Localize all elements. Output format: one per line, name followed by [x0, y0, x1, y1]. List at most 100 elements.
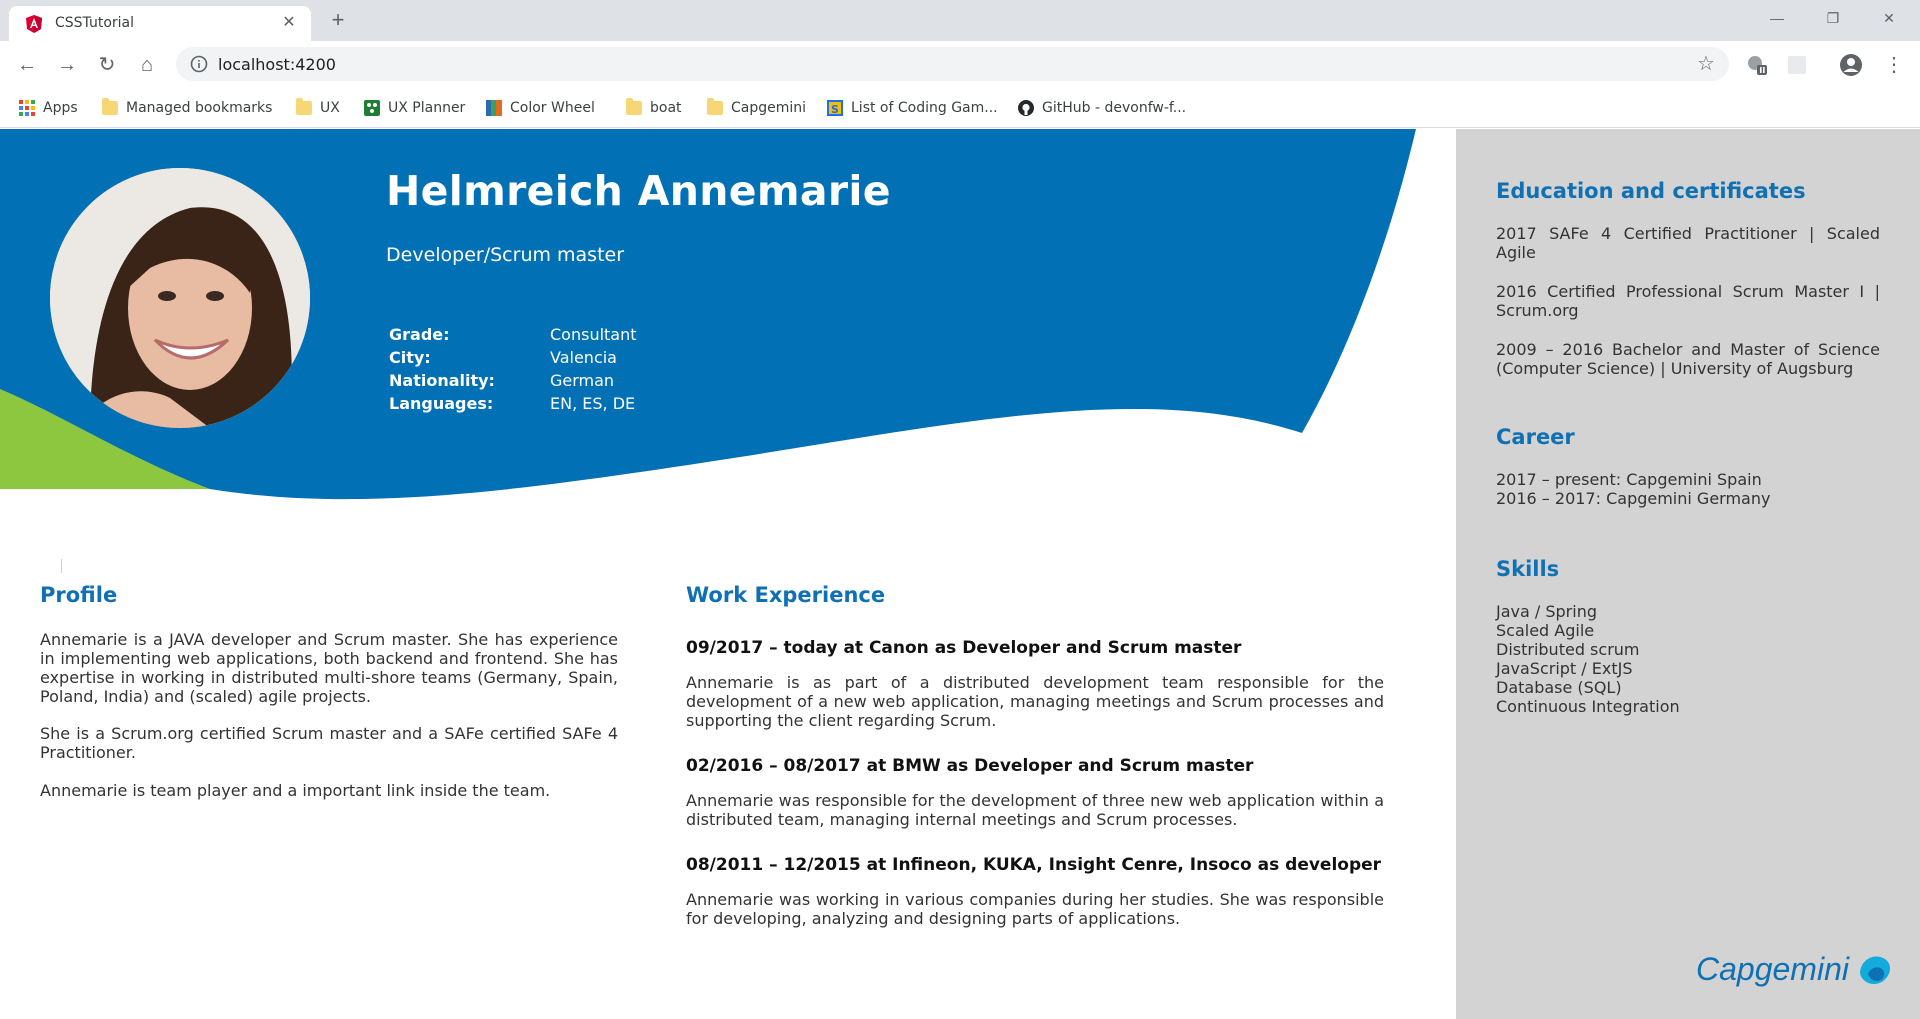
folder-icon — [626, 98, 642, 115]
person-name: Helmreich Annemarie — [386, 167, 891, 215]
ux-planner-icon — [364, 100, 380, 116]
url-text: localhost:4200 — [218, 55, 336, 74]
bookmark-color-wheel[interactable]: Color Wheel — [486, 97, 595, 119]
education-item: 2009 – 2016 Bachelor and Master of Scien… — [1496, 340, 1880, 378]
new-tab-button[interactable]: + — [326, 8, 350, 32]
close-tab-icon[interactable]: ✕ — [279, 13, 299, 33]
bookmark-capgemini[interactable]: Capgemini — [707, 97, 806, 119]
education-title: Education and certificates — [1496, 179, 1806, 203]
forward-button[interactable]: → — [53, 51, 81, 79]
bookmark-coding-games[interactable]: S List of Coding Gam... — [827, 97, 998, 119]
career-item: 2016 – 2017: Capgemini Germany — [1496, 489, 1771, 508]
bookmark-label: Apps — [43, 100, 78, 116]
menu-icon[interactable]: ⋮ — [1884, 53, 1904, 77]
skill-item: Java / Spring — [1496, 602, 1597, 621]
fact-label: Languages: — [389, 394, 494, 413]
bookmark-ux-planner[interactable]: UX Planner — [364, 97, 465, 119]
skill-item: JavaScript / ExtJS — [1496, 659, 1633, 678]
job-description: Annemarie was working in various compani… — [686, 890, 1384, 928]
job-description: Annemarie is as part of a distributed de… — [686, 673, 1384, 730]
fact-row: Nationality: German — [389, 371, 637, 394]
bookmark-label: UX Planner — [388, 100, 466, 116]
bookmarks-bar: Apps Managed bookmarks UX UX Planner Col… — [0, 88, 1920, 128]
bookmark-github[interactable]: GitHub - devonfw-f... — [1018, 97, 1186, 119]
fact-row: Languages: EN, ES, DE — [389, 394, 637, 417]
extension-icon[interactable] — [1745, 53, 1769, 77]
divider — [61, 559, 62, 573]
cv-sidebar: Education and certificates 2017 SAFe 4 C… — [1456, 129, 1920, 1019]
education-item: 2017 SAFe 4 Certified Practitioner | Sca… — [1496, 224, 1880, 262]
tab-title: CSSTutorial — [55, 15, 135, 31]
job-heading: 08/2011 – 12/2015 at Infineon, KUKA, Ins… — [686, 855, 1382, 875]
job-description: Annemarie was responsible for the develo… — [686, 791, 1384, 829]
coding-games-icon: S — [827, 100, 843, 116]
fact-value: German — [550, 371, 615, 390]
job-heading: 02/2016 – 08/2017 at BMW as Developer an… — [686, 756, 1254, 776]
bookmark-boat[interactable]: boat — [626, 97, 682, 119]
minimize-button[interactable]: — — [1754, 0, 1800, 36]
profile-title: Profile — [40, 583, 118, 607]
back-button[interactable]: ← — [13, 51, 41, 79]
folder-icon — [102, 98, 118, 115]
fact-value: Consultant — [550, 325, 637, 344]
bookmark-label: Capgemini — [731, 100, 807, 116]
extension-blank-icon[interactable] — [1785, 53, 1809, 77]
fact-row: Grade: Consultant — [389, 325, 637, 348]
info-icon[interactable] — [190, 55, 208, 73]
home-button[interactable]: ⌂ — [133, 51, 161, 79]
bookmark-star-icon[interactable]: ☆ — [1695, 52, 1717, 76]
portrait-image — [50, 168, 310, 428]
folder-icon — [707, 98, 723, 115]
education-item: 2016 Certified Professional Scrum Master… — [1496, 282, 1880, 320]
svg-text:S: S — [831, 103, 839, 116]
github-icon — [1018, 100, 1034, 116]
bookmark-label: Managed bookmarks — [126, 100, 273, 116]
person-role: Developer/Scrum master — [386, 244, 625, 266]
bookmark-label: UX — [320, 100, 340, 116]
folder-icon — [296, 98, 312, 115]
browser-tab[interactable]: CSSTutorial ✕ — [9, 6, 311, 41]
skills-list: Java / Spring Scaled Agile Distributed s… — [1496, 602, 1880, 716]
fact-value: EN, ES, DE — [550, 394, 636, 413]
bookmark-apps[interactable]: Apps — [19, 97, 78, 119]
fact-label: Nationality: — [389, 371, 495, 390]
profile-photo — [50, 168, 310, 428]
capgemini-logo: Capgemini — [1696, 951, 1891, 987]
profile-icon[interactable] — [1839, 53, 1863, 77]
education-list: 2017 SAFe 4 Certified Practitioner | Sca… — [1496, 224, 1880, 398]
skills-title: Skills — [1496, 557, 1560, 581]
bookmark-ux[interactable]: UX — [296, 97, 340, 119]
apps-grid-icon — [19, 100, 35, 116]
profile-paragraph: She is a Scrum.org certified Scrum maste… — [40, 724, 618, 762]
job-heading: 09/2017 – today at Canon as Developer an… — [686, 638, 1242, 658]
angular-icon — [26, 15, 42, 33]
fact-row: City: Valencia — [389, 348, 637, 371]
bookmark-label: Color Wheel — [510, 100, 595, 116]
fact-label: City: — [389, 348, 431, 367]
restore-button[interactable]: ❐ — [1810, 0, 1856, 36]
color-wheel-icon — [486, 100, 502, 116]
skill-item: Database (SQL) — [1496, 678, 1622, 697]
career-item: 2017 – present: Capgemini Spain — [1496, 470, 1762, 489]
reload-button[interactable]: ↻ — [93, 51, 121, 79]
fact-label: Grade: — [389, 325, 450, 344]
work-title: Work Experience — [686, 583, 886, 607]
logo-text: Capgemini — [1696, 951, 1850, 987]
close-window-button[interactable]: ✕ — [1866, 0, 1912, 36]
tab-strip: CSSTutorial ✕ + — ❐ ✕ — [0, 0, 1920, 41]
facts-list: Grade: Consultant City: Valencia Nationa… — [389, 325, 637, 417]
cv-page: Helmreich Annemarie Developer/Scrum mast… — [0, 129, 1920, 1019]
profile-paragraph: Annemarie is a JAVA developer and Scrum … — [40, 630, 618, 706]
bookmark-managed[interactable]: Managed bookmarks — [102, 97, 272, 119]
profile-paragraph: Annemarie is team player and a important… — [40, 781, 551, 800]
bookmark-label: GitHub - devonfw-f... — [1042, 100, 1187, 116]
cv-main: Helmreich Annemarie Developer/Scrum mast… — [0, 129, 1456, 1019]
browser-toolbar: ← → ↻ ⌂ localhost:4200 ☆ ⋮ — [0, 41, 1920, 88]
skill-item: Continuous Integration — [1496, 697, 1680, 716]
career-title: Career — [1496, 425, 1575, 449]
address-bar[interactable]: localhost:4200 ☆ — [176, 47, 1729, 81]
career-list: 2017 – present: Capgemini Spain 2016 – 2… — [1496, 470, 1880, 508]
fact-value: Valencia — [550, 348, 617, 367]
bookmark-label: boat — [650, 100, 682, 116]
skill-item: Scaled Agile — [1496, 621, 1595, 640]
